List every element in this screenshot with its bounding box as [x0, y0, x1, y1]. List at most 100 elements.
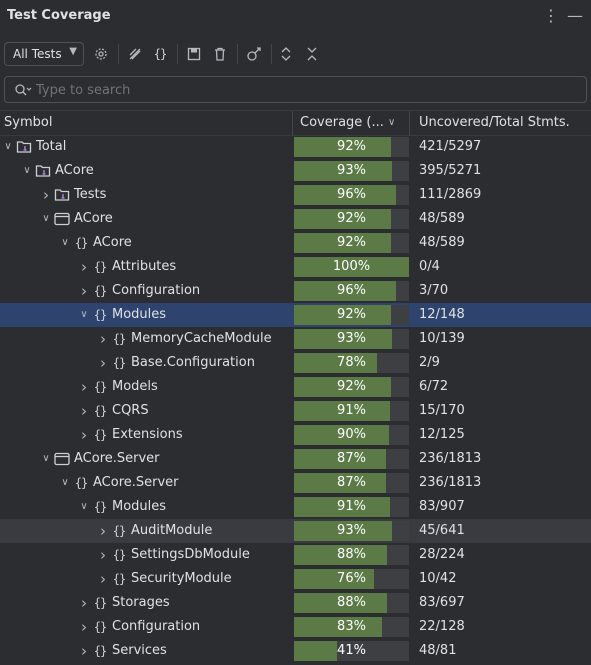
tree-row[interactable]: ∨ ACore 92% 48/589 [0, 207, 591, 231]
coverage-percent: 88% [337, 547, 366, 562]
tree-row[interactable]: ›{} Configuration 96% 3/70 [0, 279, 591, 303]
sort-chevron-down-icon[interactable]: ∨ [388, 111, 395, 135]
tree-row[interactable]: ∨{} ACore.Server 87% 236/1813 [0, 471, 591, 495]
symbol-label: ACore [93, 235, 132, 250]
tree-row[interactable]: ›{} MemoryCacheModule 93% 10/139 [0, 327, 591, 351]
coverage-percent: 96% [337, 283, 366, 298]
tree-row[interactable]: ›{} Services 41% 48/81 [0, 639, 591, 663]
search-icon [13, 80, 33, 100]
chevron-right-icon[interactable]: › [97, 567, 109, 591]
coverage-percent: 93% [337, 163, 366, 178]
chevron-down-icon[interactable]: ∨ [40, 447, 52, 471]
chevron-right-icon[interactable]: › [97, 543, 109, 567]
save-icon[interactable] [185, 44, 203, 64]
tree-row[interactable]: ›{} AuditModule 93% 45/641 [0, 519, 591, 543]
chevron-right-icon[interactable]: › [78, 591, 90, 615]
panel-title: Test Coverage [7, 8, 111, 23]
test-filter-dropdown[interactable]: All Tests ▼ [4, 42, 84, 66]
chevron-right-icon[interactable]: › [97, 519, 109, 543]
tree-row[interactable]: ›{} Storages 88% 83/697 [0, 591, 591, 615]
tree-row[interactable]: › Tests 96% 111/2869 [0, 183, 591, 207]
chevron-down-icon[interactable]: ∨ [78, 303, 90, 327]
chevron-right-icon[interactable]: › [78, 639, 90, 663]
coverage-bar: 92% [294, 137, 409, 157]
chevron-right-icon[interactable]: › [78, 255, 90, 279]
collapse-all-icon[interactable] [303, 44, 321, 64]
symbol-label: Total [36, 139, 67, 154]
tree-row[interactable]: ∨{} Modules 92% 12/148 [0, 303, 591, 327]
symbol-label: Modules [112, 499, 167, 514]
chevron-down-icon[interactable]: ∨ [78, 495, 90, 519]
uncovered-total-stmts: 10/42 [419, 571, 457, 586]
tree-row[interactable]: ∨{} ACore 92% 48/589 [0, 231, 591, 255]
chevron-down-icon[interactable]: ∨ [59, 231, 71, 255]
chevron-right-icon[interactable]: › [78, 375, 90, 399]
run-with-coverage-icon[interactable] [245, 44, 263, 64]
tree-row[interactable]: ∨ ACore.Server 87% 236/1813 [0, 447, 591, 471]
project-icon [54, 211, 70, 227]
uncovered-total-stmts: 12/125 [419, 427, 465, 442]
namespace-braces-icon[interactable]: {} [151, 44, 169, 64]
more-vertical-icon[interactable]: ⋮ [543, 6, 559, 26]
delete-icon[interactable] [211, 44, 229, 64]
tree-row[interactable]: ›{} Models 92% 6/72 [0, 375, 591, 399]
flatten-icon[interactable] [126, 44, 144, 64]
namespace-icon: {} [112, 332, 126, 346]
namespace-icon: {} [93, 428, 107, 442]
chevron-right-icon[interactable]: › [40, 183, 52, 207]
column-header-symbol[interactable]: Symbol [4, 111, 52, 135]
chevron-right-icon[interactable]: › [78, 423, 90, 447]
chevron-right-icon[interactable]: › [78, 399, 90, 423]
column-header-coverage[interactable]: Coverage (... [300, 111, 384, 135]
coverage-percent: 88% [337, 595, 366, 610]
tree-row[interactable]: ∨ Total 92% 421/5297 [0, 135, 591, 159]
chevron-down-icon[interactable]: ∨ [40, 207, 52, 231]
minimize-icon[interactable]: — [567, 6, 583, 26]
expand-all-icon[interactable] [277, 44, 295, 64]
test-folder-icon [35, 163, 51, 179]
uncovered-total-stmts: 15/170 [419, 403, 465, 418]
tree-row[interactable]: ›{} Configuration 83% 22/128 [0, 615, 591, 639]
chevron-down-icon[interactable]: ∨ [2, 135, 14, 159]
coverage-bar: 83% [294, 617, 409, 637]
coverage-percent: 92% [337, 235, 366, 250]
toolbar-separator [118, 44, 119, 64]
coverage-percent: 41% [337, 643, 366, 658]
symbol-label: Attributes [112, 259, 177, 274]
coverage-bar: 92% [294, 233, 409, 253]
tree-row[interactable]: ›{} Extensions 90% 12/125 [0, 423, 591, 447]
uncovered-total-stmts: 421/5297 [419, 139, 482, 154]
coverage-bar: 100% [294, 257, 409, 277]
uncovered-total-stmts: 22/128 [419, 619, 465, 634]
uncovered-total-stmts: 236/1813 [419, 451, 482, 466]
tree-row[interactable]: ∨{} Modules 91% 83/907 [0, 495, 591, 519]
tree-row[interactable]: ›{} SettingsDbModule 88% 28/224 [0, 543, 591, 567]
chevron-right-icon[interactable]: › [78, 615, 90, 639]
chevron-down-icon[interactable]: ∨ [21, 159, 33, 183]
tree-row[interactable]: ›{} SecurityModule 76% 10/42 [0, 567, 591, 591]
chevron-right-icon[interactable]: › [97, 327, 109, 351]
chevron-right-icon[interactable]: › [78, 279, 90, 303]
coverage-percent: 78% [337, 355, 366, 370]
coverage-percent: 92% [337, 307, 366, 322]
uncovered-total-stmts: 83/697 [419, 595, 465, 610]
uncovered-total-stmts: 395/5271 [419, 163, 482, 178]
coverage-bar: 88% [294, 545, 409, 565]
tree-row[interactable]: ›{} Attributes 100% 0/4 [0, 255, 591, 279]
chevron-right-icon[interactable]: › [97, 351, 109, 375]
chevron-down-icon[interactable]: ∨ [59, 471, 71, 495]
settings-icon[interactable] [92, 44, 110, 64]
column-header-stmts[interactable]: Uncovered/Total Stmts. [419, 111, 570, 135]
tree-row[interactable]: ∨ ACore 93% 395/5271 [0, 159, 591, 183]
uncovered-total-stmts: 48/81 [419, 643, 457, 658]
tree-row[interactable]: ›{} CQRS 91% 15/170 [0, 399, 591, 423]
namespace-icon: {} [112, 524, 126, 538]
search-input[interactable] [36, 80, 576, 100]
symbol-label: Configuration [112, 283, 201, 298]
namespace-icon: {} [74, 236, 88, 250]
symbol-label: Storages [112, 595, 170, 610]
coverage-percent: 93% [337, 331, 366, 346]
symbol-label: Configuration [112, 619, 201, 634]
namespace-icon: {} [93, 644, 107, 658]
tree-row[interactable]: ›{} Base.Configuration 78% 2/9 [0, 351, 591, 375]
